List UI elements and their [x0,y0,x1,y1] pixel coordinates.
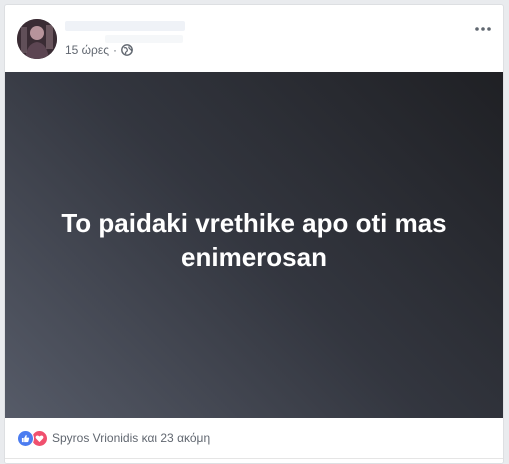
post-header: 15 ώρες · [5,5,503,71]
post-text: To paidaki vrethike apo oti mas enimeros… [61,208,447,272]
post-timestamp[interactable]: 15 ώρες [65,43,109,57]
globe-icon[interactable] [121,44,133,56]
avatar-photo [17,19,57,59]
like-icon[interactable] [17,429,34,447]
meta-separator: · [113,43,118,57]
author-subtitle-placeholder [105,35,183,43]
reaction-icons[interactable] [17,429,48,447]
reactions-bar: Spyros Vrionidis και 23 ακόμη [5,418,503,458]
post-meta: 15 ώρες · [65,43,133,57]
post-card: 15 ώρες · To paidaki vrethike apo oti ma… [4,4,504,464]
avatar[interactable] [17,19,57,59]
post-background-text[interactable]: To paidaki vrethike apo oti mas enimeros… [5,72,503,418]
reaction-summary[interactable]: Spyros Vrionidis και 23 ακόμη [52,431,210,445]
more-options-icon[interactable] [473,21,493,37]
author-name-placeholder[interactable] [65,21,185,31]
post-footer-divider [5,458,503,463]
